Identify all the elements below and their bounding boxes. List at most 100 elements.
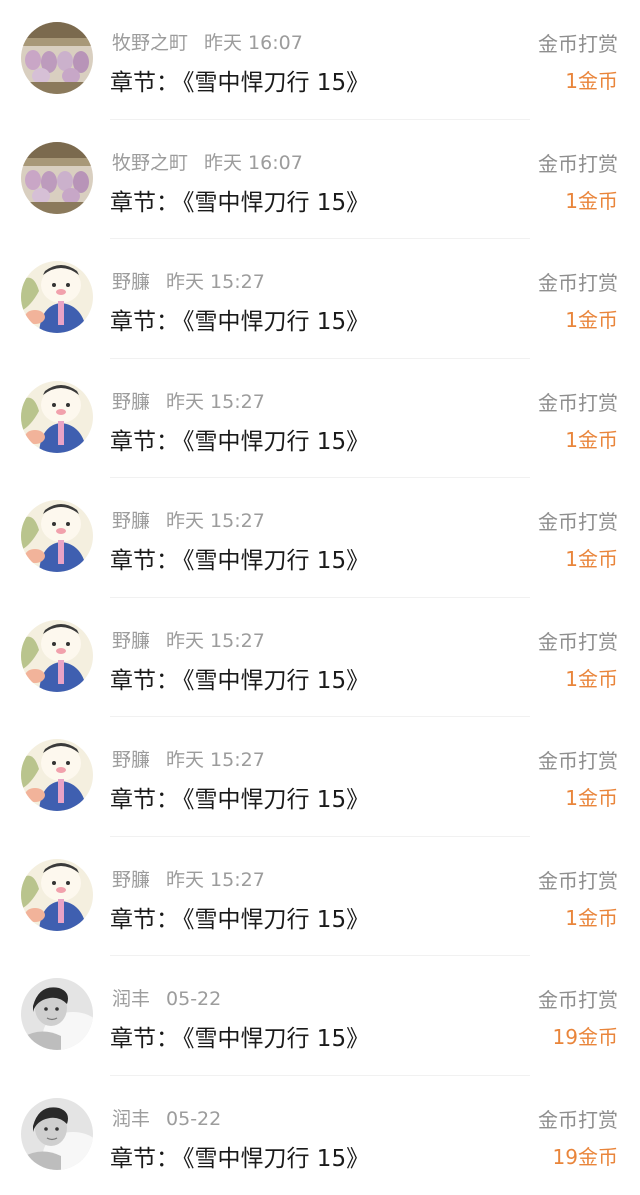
reward-row[interactable]: 野臁昨天 15:27 章节：《雪中悍刀行 15》 金币打赏 1金币 [0,359,640,479]
reward-type: 金币打赏 [538,865,618,894]
timestamp: 昨天 15:27 [166,630,265,652]
row-meta: 野臁昨天 15:27 [112,626,265,653]
photo-avatar-image [21,978,93,1050]
reward-row[interactable]: 牧野之町昨天 16:07 章节：《雪中悍刀行 15》 金币打赏 1金币 [0,0,640,120]
crowd-avatar-image [21,22,93,94]
chapter-info: 章节：《雪中悍刀行 15》 [110,302,369,336]
row-meta: 野臁昨天 15:27 [112,865,265,892]
username[interactable]: 野臁 [112,749,150,771]
chapter-info: 章节：《雪中悍刀行 15》 [110,1139,369,1173]
cartoon-avatar-image [21,739,93,811]
chapter-label: 章节： [110,429,179,455]
chapter-label: 章节： [110,70,179,96]
avatar[interactable] [21,739,93,811]
username[interactable]: 润丰 [112,1108,150,1130]
avatar[interactable] [21,859,93,931]
reward-row[interactable]: 野臁昨天 15:27 章节：《雪中悍刀行 15》 金币打赏 1金币 [0,478,640,598]
row-meta: 野臁昨天 15:27 [112,745,265,772]
username[interactable]: 野臁 [112,510,150,532]
timestamp: 昨天 15:27 [166,391,265,413]
reward-row[interactable]: 牧野之町昨天 16:07 章节：《雪中悍刀行 15》 金币打赏 1金币 [0,120,640,240]
reward-type: 金币打赏 [538,745,618,774]
reward-amount: 19金币 [553,1141,618,1170]
chapter-label: 章节： [110,1146,179,1172]
chapter-label: 章节： [110,787,179,813]
reward-amount: 1金币 [565,424,618,453]
reward-amount: 1金币 [565,663,618,692]
chapter-name: 《雪中悍刀行 15》 [183,70,369,96]
chapter-label: 章节： [110,548,179,574]
chapter-name: 《雪中悍刀行 15》 [183,1026,369,1052]
chapter-name: 《雪中悍刀行 15》 [183,907,369,933]
reward-type: 金币打赏 [538,267,618,296]
row-meta: 牧野之町昨天 16:07 [112,148,303,175]
avatar[interactable] [21,22,93,94]
chapter-name: 《雪中悍刀行 15》 [183,309,369,335]
cartoon-avatar-image [21,859,93,931]
username[interactable]: 牧野之町 [112,32,188,54]
username[interactable]: 牧野之町 [112,152,188,174]
reward-type: 金币打赏 [538,984,618,1013]
reward-type: 金币打赏 [538,28,618,57]
avatar[interactable] [21,620,93,692]
chapter-label: 章节： [110,190,179,216]
chapter-name: 《雪中悍刀行 15》 [183,548,369,574]
reward-row[interactable]: 野臁昨天 15:27 章节：《雪中悍刀行 15》 金币打赏 1金币 [0,717,640,837]
chapter-name: 《雪中悍刀行 15》 [183,668,369,694]
username[interactable]: 野臁 [112,630,150,652]
reward-amount: 1金币 [565,782,618,811]
avatar[interactable] [21,500,93,572]
cartoon-avatar-image [21,620,93,692]
avatar[interactable] [21,381,93,453]
photo-avatar-image [21,1098,93,1170]
chapter-info: 章节：《雪中悍刀行 15》 [110,1019,369,1053]
timestamp: 05-22 [166,988,221,1010]
reward-type: 金币打赏 [538,1104,618,1133]
timestamp: 昨天 16:07 [204,32,303,54]
chapter-info: 章节：《雪中悍刀行 15》 [110,63,369,97]
chapter-info: 章节：《雪中悍刀行 15》 [110,422,369,456]
reward-type: 金币打赏 [538,506,618,535]
crowd-avatar-image [21,142,93,214]
reward-type: 金币打赏 [538,626,618,655]
cartoon-avatar-image [21,500,93,572]
chapter-name: 《雪中悍刀行 15》 [183,787,369,813]
avatar[interactable] [21,142,93,214]
chapter-name: 《雪中悍刀行 15》 [183,429,369,455]
reward-row[interactable]: 野臁昨天 15:27 章节：《雪中悍刀行 15》 金币打赏 1金币 [0,598,640,718]
username[interactable]: 野臁 [112,391,150,413]
username[interactable]: 润丰 [112,988,150,1010]
chapter-info: 章节：《雪中悍刀行 15》 [110,183,369,217]
cartoon-avatar-image [21,381,93,453]
timestamp: 05-22 [166,1108,221,1130]
reward-amount: 1金币 [565,185,618,214]
reward-row[interactable]: 野臁昨天 15:27 章节：《雪中悍刀行 15》 金币打赏 1金币 [0,837,640,957]
chapter-name: 《雪中悍刀行 15》 [183,1146,369,1172]
chapter-info: 章节：《雪中悍刀行 15》 [110,661,369,695]
reward-row[interactable]: 润丰05-22 章节：《雪中悍刀行 15》 金币打赏 19金币 [0,956,640,1076]
chapter-label: 章节： [110,907,179,933]
reward-amount: 1金币 [565,65,618,94]
timestamp: 昨天 15:27 [166,271,265,293]
reward-row[interactable]: 润丰 05-22 章节：《雪中悍刀行 15》 金币打赏 19金币 [0,1076,640,1195]
username[interactable]: 野臁 [112,271,150,293]
avatar[interactable] [21,978,93,1050]
reward-list: 牧野之町昨天 16:07 章节：《雪中悍刀行 15》 金币打赏 1金币 牧野之町… [0,0,640,1195]
chapter-info: 章节：《雪中悍刀行 15》 [110,541,369,575]
reward-type: 金币打赏 [538,148,618,177]
row-meta: 野臁昨天 15:27 [112,267,265,294]
row-meta: 野臁昨天 15:27 [112,387,265,414]
chapter-label: 章节： [110,668,179,694]
reward-row[interactable]: 野臁昨天 15:27 章节：《雪中悍刀行 15》 金币打赏 1金币 [0,239,640,359]
chapter-label: 章节： [110,309,179,335]
avatar[interactable] [21,1098,93,1170]
username[interactable]: 野臁 [112,869,150,891]
avatar[interactable] [21,261,93,333]
timestamp: 昨天 15:27 [166,510,265,532]
timestamp: 昨天 16:07 [204,152,303,174]
row-meta: 野臁昨天 15:27 [112,506,265,533]
reward-amount: 1金币 [565,543,618,572]
reward-amount: 1金币 [565,304,618,333]
timestamp: 昨天 15:27 [166,869,265,891]
chapter-info: 章节：《雪中悍刀行 15》 [110,900,369,934]
